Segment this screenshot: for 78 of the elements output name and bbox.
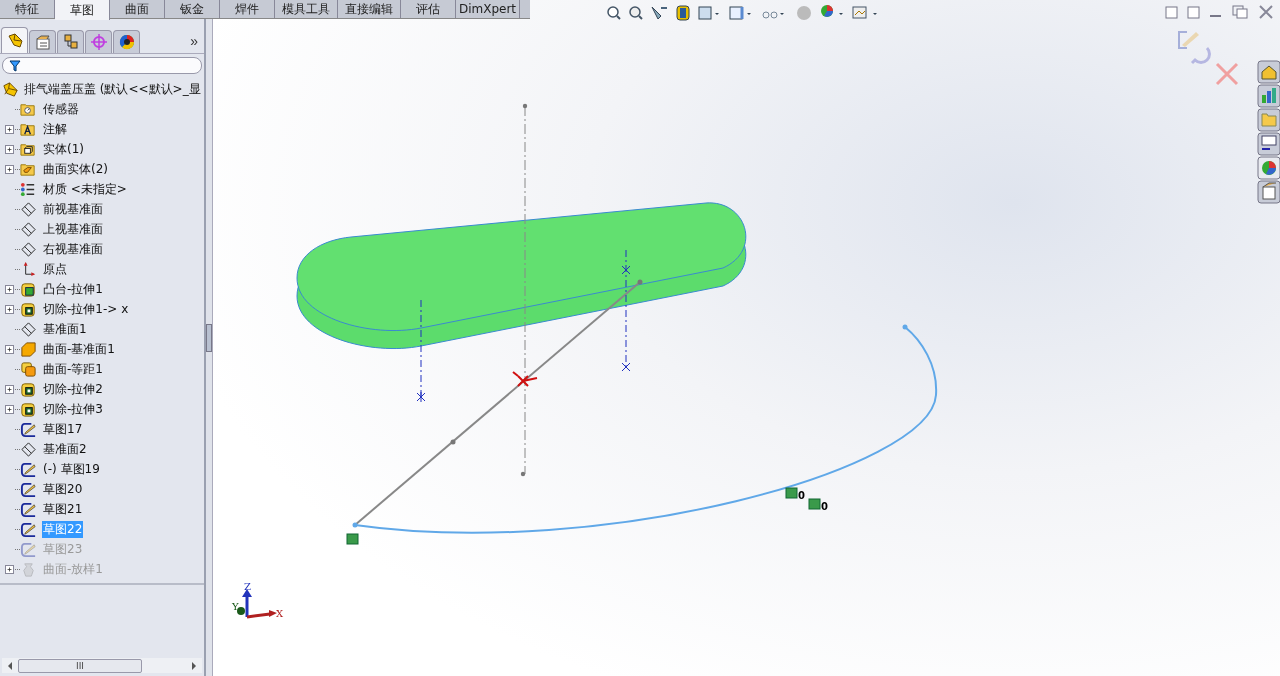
tree-item[interactable]: 基准面1 <box>42 320 88 338</box>
tree-item[interactable]: 排气端盖压盖 (默认<<默认>_显 <box>23 80 202 98</box>
filter-field[interactable] <box>2 57 202 74</box>
axis-label: X <box>276 608 284 619</box>
tree-item[interactable]: 前视基准面 <box>42 200 104 218</box>
tree-item[interactable]: 切除-拉伸2 <box>42 380 104 398</box>
axis-label: Z <box>244 581 251 592</box>
tree-item[interactable]: 基准面2 <box>42 440 88 458</box>
tree-item[interactable]: 上视基准面 <box>42 220 104 238</box>
extrude-icon <box>20 280 37 298</box>
material-icon <box>20 180 37 198</box>
filter-icon <box>9 59 21 72</box>
origin-icon <box>512 371 538 387</box>
plane-icon <box>20 240 37 258</box>
tree-item[interactable]: 草图20 <box>42 480 84 498</box>
sketch-icon <box>20 540 37 558</box>
sketch-icon <box>20 500 37 518</box>
tree-item[interactable]: 注解 <box>42 120 68 138</box>
expand-icon[interactable] <box>5 344 14 354</box>
tree-item[interactable]: 草图21 <box>42 500 84 518</box>
tree-item[interactable]: 材质 <未指定> <box>42 180 128 198</box>
tree-item[interactable]: 曲面-等距1 <box>42 360 104 378</box>
tree-item[interactable]: 切除-拉伸1-> x <box>42 300 130 318</box>
expand-icon[interactable] <box>5 284 14 294</box>
extrude-cut-icon <box>20 380 37 398</box>
plane-icon <box>20 440 37 458</box>
sketch-line[interactable] <box>354 279 643 526</box>
tree-nodes-icon <box>61 33 80 51</box>
relation-label: 0 <box>821 501 828 512</box>
plane-icon <box>20 200 37 218</box>
expand-icon[interactable] <box>5 164 14 174</box>
panel-tab[interactable] <box>113 30 140 53</box>
feature-tree-icon <box>5 31 24 50</box>
expand-icon[interactable] <box>5 304 14 314</box>
surface-icon <box>20 340 37 358</box>
sketch-icon <box>20 420 37 438</box>
loft-icon <box>20 560 37 578</box>
part-icon <box>2 80 20 98</box>
relation-icon[interactable] <box>346 533 359 545</box>
surface-icon <box>20 360 37 378</box>
expand-icon[interactable] <box>5 384 14 394</box>
sketch-icon <box>20 520 37 538</box>
extrude-cut-icon <box>20 400 37 418</box>
plane-icon <box>20 320 37 338</box>
relation-icon[interactable] <box>808 498 821 510</box>
command-tab[interactable]: 草图 <box>55 0 110 20</box>
expand-icon[interactable] <box>5 124 14 134</box>
horizontal-scrollbar[interactable]: III <box>2 658 202 673</box>
tree-item[interactable]: 曲面-基准面1 <box>42 340 116 358</box>
expand-icon[interactable] <box>5 404 14 414</box>
color-ball-icon <box>117 33 136 51</box>
tree-item[interactable]: 原点 <box>42 260 68 278</box>
sketch-icon <box>20 480 37 498</box>
toolbar-icons-drawing[interactable] <box>607 5 877 21</box>
collapse-handle[interactable] <box>206 324 212 352</box>
tree-item[interactable]: 传感器 <box>42 100 80 118</box>
tree-item[interactable]: 切除-拉伸3 <box>42 400 104 418</box>
relation-label: 0 <box>798 490 805 501</box>
plane-icon <box>20 220 37 238</box>
tree-item[interactable]: (-) 草图19 <box>42 460 101 478</box>
crosshair-icon <box>89 33 108 51</box>
tree-item[interactable]: 草图17 <box>42 420 84 438</box>
sketch-icon <box>20 460 37 478</box>
tree-item[interactable]: 实体(1) <box>42 140 85 158</box>
clipboard-icon <box>33 33 52 51</box>
tree-item[interactable]: 曲面实体(2) <box>42 160 109 178</box>
extrude-cut-icon <box>20 300 37 318</box>
window-controls-drawing[interactable] <box>1165 5 1273 19</box>
axis-label: Y <box>232 601 239 612</box>
expand-icon[interactable] <box>5 144 14 154</box>
panel-tab[interactable] <box>1 27 28 53</box>
tree-item[interactable]: 右视基准面 <box>42 240 104 258</box>
task-pane-tabs-drawing[interactable] <box>1257 60 1280 204</box>
tree-item[interactable]: 凸台-拉伸1 <box>42 280 104 298</box>
axis-triad-drawing[interactable] <box>237 589 277 619</box>
scrollbar-thumb[interactable]: III <box>18 658 142 673</box>
body-drawing[interactable] <box>296 202 747 350</box>
expand-panel-button[interactable]: » <box>190 33 204 53</box>
